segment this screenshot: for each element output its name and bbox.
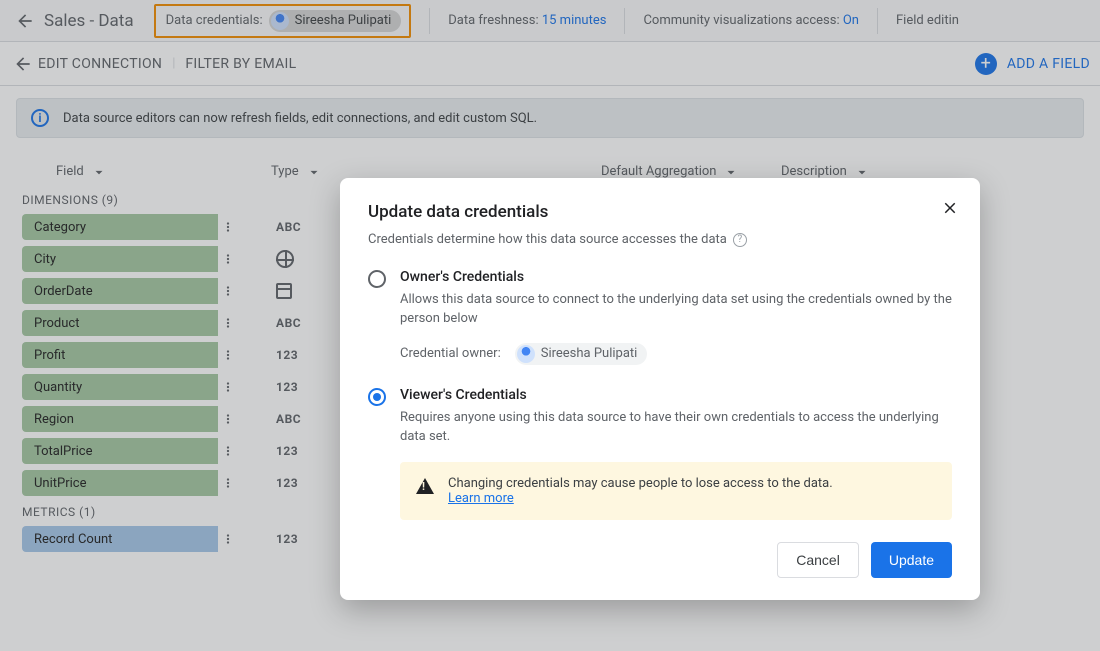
update-button[interactable]: Update [871, 542, 952, 578]
owners-credentials-option[interactable]: Owner's Credentials Allows this data sou… [368, 269, 952, 365]
learn-more-link[interactable]: Learn more [448, 491, 514, 506]
owners-title: Owner's Credentials [400, 269, 952, 285]
credential-owner-chip: Sireesha Pulipati [515, 343, 648, 365]
credential-owner-name: Sireesha Pulipati [541, 346, 638, 361]
dialog-subtitle: Credentials determine how this data sour… [368, 232, 727, 247]
warning-text: Changing credentials may cause people to… [448, 476, 833, 491]
credential-owner-label: Credential owner: [400, 346, 501, 361]
warning-box: Changing credentials may cause people to… [400, 462, 952, 520]
dialog-title: Update data credentials [368, 202, 952, 222]
viewers-desc: Requires anyone using this data source t… [400, 409, 952, 447]
close-icon[interactable] [938, 196, 962, 220]
viewers-credentials-option[interactable]: Viewer's Credentials Requires anyone usi… [368, 387, 952, 521]
radio-owners[interactable] [368, 270, 386, 288]
avatar-icon [517, 345, 535, 363]
help-icon[interactable]: ? [733, 233, 747, 247]
radio-viewers[interactable] [368, 388, 386, 406]
owners-desc: Allows this data source to connect to th… [400, 291, 952, 329]
update-credentials-dialog: Update data credentials Credentials dete… [340, 178, 980, 600]
warning-icon [416, 478, 434, 494]
viewers-title: Viewer's Credentials [400, 387, 952, 403]
cancel-button[interactable]: Cancel [777, 542, 859, 578]
